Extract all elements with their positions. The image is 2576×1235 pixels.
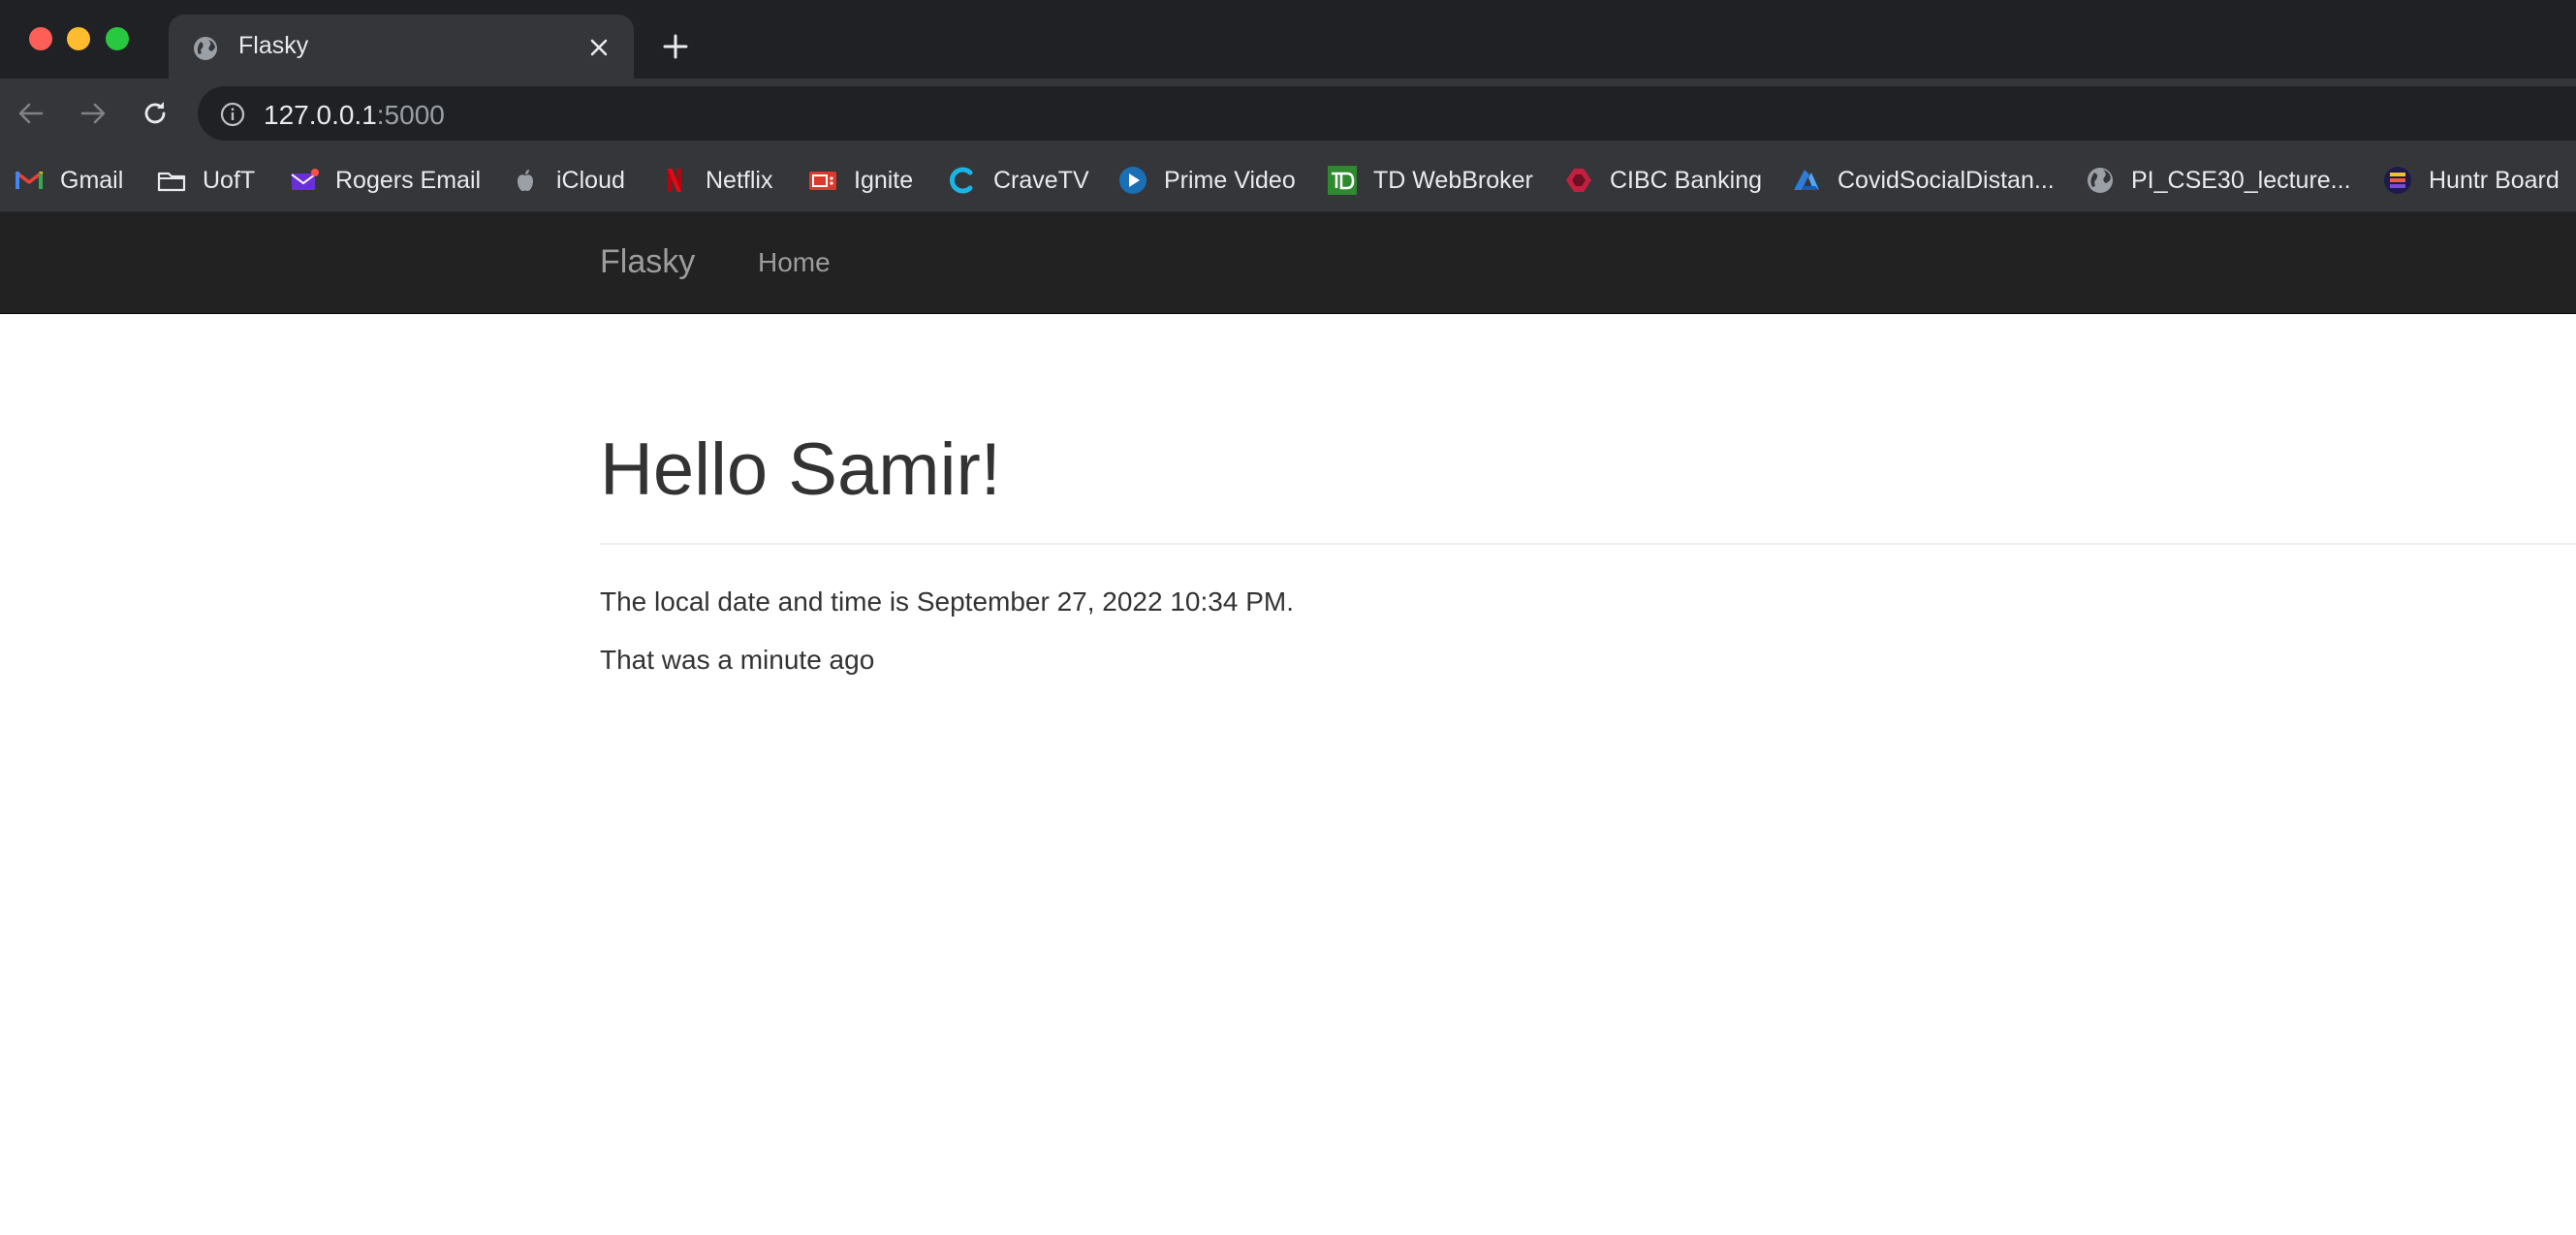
ignite-icon <box>809 172 836 190</box>
window-maximize-button[interactable] <box>106 27 129 50</box>
crave-icon <box>950 167 973 194</box>
page-header: Hello Samir! <box>600 427 2576 545</box>
window-minimize-button[interactable] <box>67 27 90 50</box>
local-datetime-text: The local date and time is September 27,… <box>600 586 1294 617</box>
bookmark-gmail[interactable]: Gmail <box>14 149 123 211</box>
window-close-button[interactable] <box>29 27 52 50</box>
info-icon[interactable] <box>219 101 246 128</box>
url-port: :5000 <box>376 100 445 130</box>
bookmark-label: Ignite <box>854 166 914 194</box>
bookmark-uoft[interactable]: UofT <box>156 149 255 211</box>
globe-icon <box>2088 168 2113 193</box>
site-navbar: Flasky Home <box>0 212 2576 314</box>
bookmark-td-webbroker[interactable]: TD WebBroker <box>1327 149 1533 211</box>
bookmark-label: TD WebBroker <box>1373 166 1533 194</box>
back-arrow-icon[interactable] <box>14 96 48 131</box>
bookmark-label: CraveTV <box>993 166 1089 194</box>
bookmark-label: CovidSocialDistan... <box>1838 166 2055 194</box>
huntr-icon <box>2384 167 2411 194</box>
bookmark-label: Huntr Board <box>2429 166 2560 194</box>
envelope-icon <box>291 169 319 190</box>
bookmark-label: PI_CSE30_lecture... <box>2131 166 2351 194</box>
prime-video-icon <box>1119 167 1147 194</box>
relative-time-text: That was a minute ago <box>600 645 875 675</box>
bookmark-label: Rogers Email <box>335 166 482 194</box>
apple-icon <box>518 170 533 192</box>
bookmark-ignite[interactable]: Ignite <box>807 149 913 211</box>
bookmark-cibc-banking[interactable]: CIBC Banking <box>1563 149 1762 211</box>
folder-icon <box>157 172 186 192</box>
bookmark-cravetv[interactable]: CraveTV <box>947 149 1089 211</box>
bookmark-label: Netflix <box>706 166 773 194</box>
bookmark-netflix[interactable]: Netflix <box>659 149 772 211</box>
bookmark-label: iCloud <box>556 166 625 194</box>
azure-icon <box>1794 170 1819 190</box>
page-title: Hello Samir! <box>600 428 1001 511</box>
url-host: 127.0.0.1 <box>264 100 377 130</box>
nav-home-link[interactable]: Home <box>758 247 831 278</box>
bookmarks-bar: Gmail UofT Rogers Email iCloud Netflix I… <box>0 149 2576 212</box>
browser-tab-strip: Flasky <box>0 0 2576 79</box>
navbar-brand-link[interactable]: Flasky <box>600 243 695 281</box>
reload-icon[interactable] <box>138 96 173 131</box>
bookmark-icloud[interactable]: iCloud <box>510 149 625 211</box>
bookmark-label: UofT <box>203 166 256 194</box>
close-icon[interactable] <box>587 36 611 59</box>
tab-title: Flasky <box>238 32 309 59</box>
gmail-icon <box>15 171 44 189</box>
bookmark-rogers-email[interactable]: Rogers Email <box>289 149 481 211</box>
netflix-icon <box>668 169 681 192</box>
browser-tab[interactable]: Flasky <box>169 15 634 79</box>
bookmark-huntr-board[interactable]: Huntr Board <box>2382 149 2560 211</box>
bookmark-covidsocialdistan[interactable]: CovidSocialDistan... <box>1791 149 2055 211</box>
browser-toolbar: 127.0.0.1:5000 <box>0 79 2576 149</box>
td-icon <box>1328 166 1357 195</box>
bookmark-prime-video[interactable]: Prime Video <box>1117 149 1296 211</box>
forward-arrow-icon[interactable] <box>76 96 110 131</box>
new-tab-button[interactable] <box>662 33 689 60</box>
address-bar[interactable]: 127.0.0.1:5000 <box>198 86 2576 141</box>
cibc-icon <box>1566 169 1591 192</box>
bookmark-label: Prime Video <box>1164 166 1296 194</box>
globe-icon <box>194 37 217 60</box>
bookmark-pi-cse30-lecture[interactable]: PI_CSE30_lecture... <box>2085 149 2351 211</box>
bookmark-label: Gmail <box>60 166 124 194</box>
url-text[interactable]: 127.0.0.1:5000 <box>264 100 445 131</box>
bookmark-label: CIBC Banking <box>1610 166 1763 194</box>
